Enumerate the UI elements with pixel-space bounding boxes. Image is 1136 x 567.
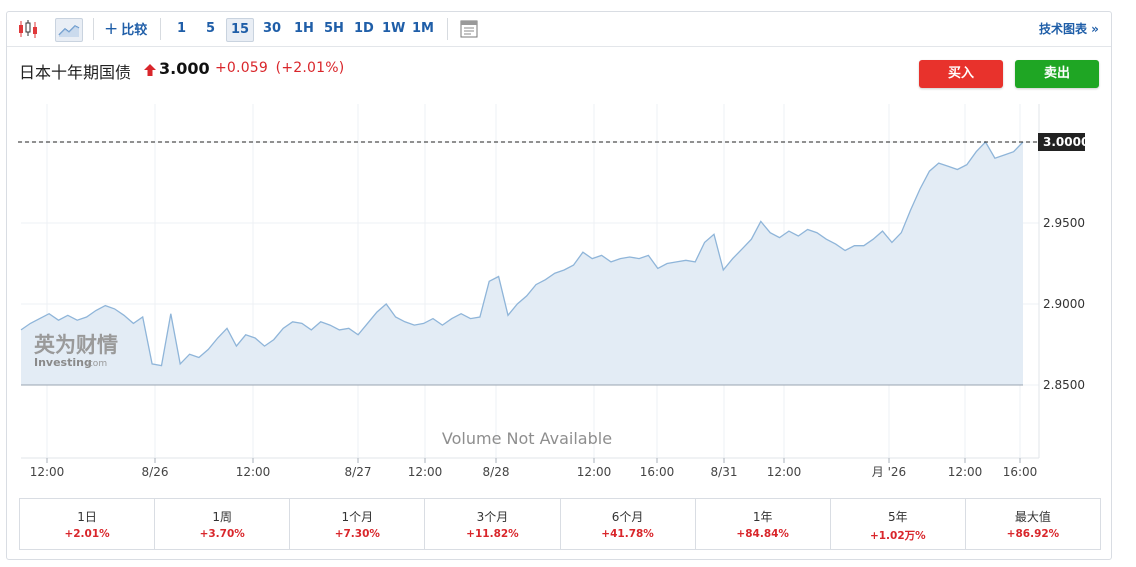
chart-widget: + 比较 1 5 15 30 1H 5H 1D 1W 1M 技术图表 » 日本十年期国债 3.00… [6, 11, 1112, 560]
performance-period: 6个月 [611, 510, 644, 524]
performance-cell-7[interactable]: 最大值 +86.92% [966, 499, 1100, 549]
y-axis: 2.9500 2.9000 2.8500 3.0000 [1038, 133, 1089, 392]
y-tick-label: 2.9000 [1043, 297, 1085, 311]
watermark-cn: 英为财情 [34, 333, 118, 357]
x-tick-label: 16:00 [640, 465, 675, 479]
performance-cell-4[interactable]: 6个月 +41.78% [561, 499, 696, 549]
performance-change: +86.92% [1006, 528, 1060, 540]
watermark: 英为财情 Investing .com [34, 333, 118, 369]
performance-cell-3[interactable]: 3个月 +11.82% [425, 499, 561, 549]
performance-period: 3个月 [476, 510, 509, 524]
x-tick-label: 8/28 [483, 465, 510, 479]
x-tick-label: 8/26 [142, 465, 169, 479]
performance-change: +1.02万% [869, 530, 926, 542]
x-tick-label: 16:00 [1003, 465, 1038, 479]
y-tick-label: 2.8500 [1043, 378, 1085, 392]
x-tick-label: 12:00 [767, 465, 802, 479]
performance-cell-1[interactable]: 1周 +3.70% [155, 499, 291, 549]
performance-cell-0[interactable]: 1日 +2.01% [20, 499, 156, 549]
performance-change: +3.70% [199, 528, 245, 540]
y-tick-label: 2.9500 [1043, 216, 1085, 230]
x-tick-label: 月 '26 [872, 465, 906, 479]
performance-change: +41.78% [601, 528, 654, 540]
x-tick-label: 12:00 [408, 465, 443, 479]
watermark-en: Investing [34, 356, 92, 369]
performance-cell-5[interactable]: 1年 +84.84% [696, 499, 831, 549]
performance-cell-2[interactable]: 1个月 +7.30% [290, 499, 426, 549]
x-tick-label: 12:00 [236, 465, 271, 479]
performance-change: +11.82% [466, 528, 519, 540]
performance-period: 1周 [212, 510, 232, 524]
watermark-suffix: .com [85, 359, 107, 369]
performance-change: +84.84% [736, 528, 789, 540]
x-tick-label: 12:00 [30, 465, 65, 479]
performance-period: 1年 [752, 510, 773, 524]
performance-cell-6[interactable]: 5年 +1.02万% [831, 499, 966, 549]
performance-change: +2.01% [64, 528, 110, 540]
x-tick-label: 8/31 [711, 465, 738, 479]
price-chart[interactable]: 2.9500 2.9000 2.8500 3.0000 12:00 8/26 12:00 8… [7, 12, 1111, 492]
performance-period: 1日 [77, 510, 97, 524]
performance-period: 5年 [887, 510, 908, 524]
price-area [21, 142, 1023, 385]
current-price-label: 3.0000 [1043, 135, 1089, 149]
x-tick-label: 8/27 [345, 465, 372, 479]
volume-note: Volume Not Available [442, 429, 612, 448]
performance-change: +7.30% [334, 528, 380, 540]
x-tick-label: 12:00 [948, 465, 983, 479]
performance-period: 1个月 [341, 510, 374, 524]
performance-strip: 1日 +2.01% 1周 +3.70% 1个月 +7.30% 3个月 +11.82% 6个月 +4… [19, 498, 1101, 550]
performance-period: 最大值 [1014, 510, 1051, 524]
x-tick-label: 12:00 [577, 465, 612, 479]
x-axis: 12:00 8/26 12:00 8/27 12:00 8/28 12:00 16:00 8/3… [30, 458, 1038, 479]
